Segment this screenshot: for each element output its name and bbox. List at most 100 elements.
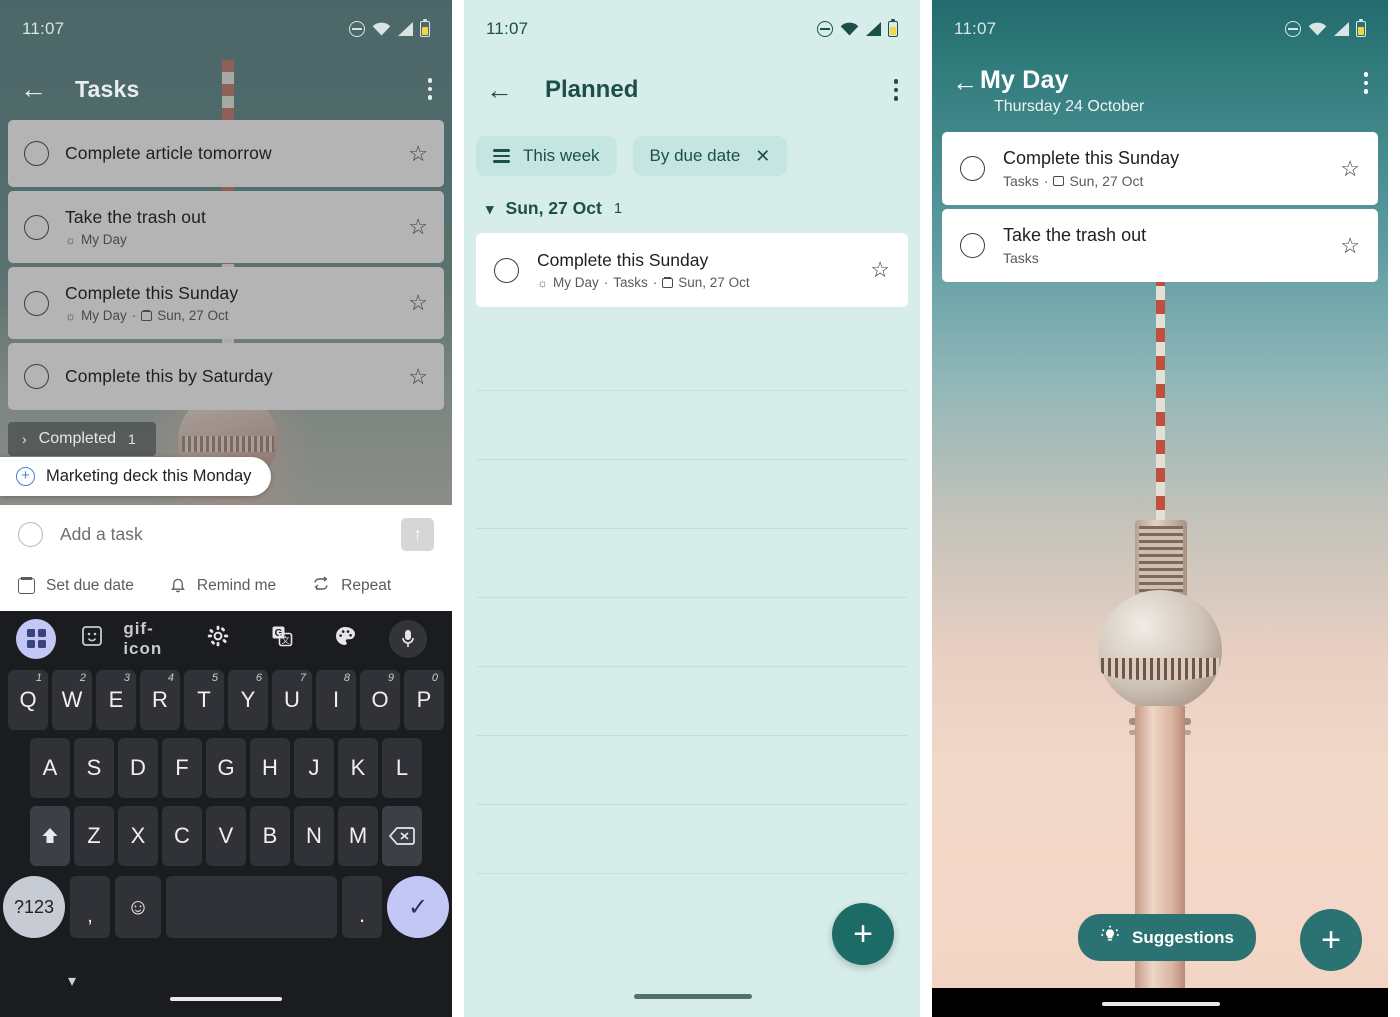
key-comma[interactable]: ,	[70, 876, 110, 938]
date-group-header[interactable]: ▾ Sun, 27 Oct 1	[464, 176, 920, 219]
space-key[interactable]	[166, 876, 337, 938]
keyboard-theme-button[interactable]	[313, 625, 376, 652]
shift-icon[interactable]	[30, 806, 70, 866]
keyboard-translate-button[interactable]: G文	[250, 625, 313, 652]
task-body: Complete this Sunday Tasks · Sun, 27 Oct	[1003, 148, 1322, 189]
task-body: Complete this Sunday ☼ My Day · Tasks · …	[537, 250, 852, 290]
checkbox-circle-icon[interactable]	[24, 141, 49, 166]
suggestions-button[interactable]: Suggestions	[1078, 914, 1257, 961]
keyboard-grid-button[interactable]	[12, 618, 60, 659]
star-outline-icon[interactable]: ☆	[408, 142, 428, 165]
key-z[interactable]: Z	[74, 806, 114, 866]
check-icon[interactable]: ✓	[387, 876, 449, 938]
add-task-fab[interactable]: +	[832, 903, 894, 965]
repeat-button[interactable]: Repeat	[312, 575, 391, 597]
keyboard-voice-button[interactable]	[377, 619, 440, 658]
add-task-row[interactable]: Add a task ↑	[18, 505, 434, 563]
back-icon[interactable]: ←	[20, 75, 47, 103]
star-outline-icon[interactable]: ☆	[408, 216, 428, 238]
page-title: Planned	[545, 76, 639, 103]
key-u[interactable]: 7U	[272, 670, 312, 730]
star-outline-icon[interactable]: ☆	[408, 292, 428, 314]
key-period[interactable]: .	[342, 876, 382, 938]
completed-section-header[interactable]: › Completed 1	[8, 422, 156, 456]
keyboard-sticker-button[interactable]	[60, 625, 123, 652]
task-row[interactable]: Complete this by Saturday ☆	[8, 343, 444, 410]
plus-circle-icon[interactable]: +	[16, 467, 35, 486]
plus-icon: +	[1321, 920, 1341, 959]
key-b[interactable]: B	[250, 806, 290, 866]
key-i[interactable]: 8I	[316, 670, 356, 730]
close-icon[interactable]: ✕	[755, 146, 770, 167]
key-p[interactable]: 0P	[404, 670, 444, 730]
star-outline-icon[interactable]: ☆	[870, 259, 890, 281]
checkbox-circle-icon[interactable]	[24, 290, 49, 316]
task-row[interactable]: Complete this Sunday ☼ My Day · Tasks · …	[476, 233, 908, 307]
key-number: 9	[387, 672, 394, 684]
more-vertical-icon[interactable]	[893, 79, 898, 101]
key-f[interactable]: F	[162, 738, 202, 798]
remind-me-button[interactable]: Remind me	[170, 577, 276, 595]
key-a[interactable]: A	[30, 738, 70, 798]
key-e[interactable]: 3E	[96, 670, 136, 730]
task-meta-list: Tasks	[1003, 173, 1039, 189]
star-outline-icon[interactable]: ☆	[408, 365, 428, 388]
back-icon[interactable]: ←	[952, 69, 978, 95]
key-k[interactable]: K	[338, 738, 378, 798]
svg-text:文: 文	[281, 635, 289, 645]
key-h[interactable]: H	[250, 738, 290, 798]
key-v[interactable]: V	[206, 806, 246, 866]
chip-by-due-date[interactable]: By due date ✕	[632, 136, 788, 176]
emoji-icon[interactable]: ☺	[115, 876, 161, 938]
key-s[interactable]: S	[74, 738, 114, 798]
add-task-input[interactable]: Add a task	[60, 524, 384, 545]
back-icon[interactable]: ←	[486, 76, 513, 104]
key-j[interactable]: J	[294, 738, 334, 798]
key-t[interactable]: 5T	[184, 670, 224, 730]
key-r[interactable]: 4R	[140, 670, 180, 730]
key-x[interactable]: X	[118, 806, 158, 866]
keyboard-row-2: A S D F G H J K L	[3, 738, 449, 798]
keyboard-gif-button[interactable]: gif-icon	[123, 619, 186, 659]
key-c[interactable]: C	[162, 806, 202, 866]
translate-icon: G文	[271, 625, 293, 652]
keyboard-settings-button[interactable]	[187, 625, 250, 652]
more-vertical-icon[interactable]	[1363, 72, 1368, 94]
more-vertical-icon[interactable]	[427, 78, 432, 100]
task-row[interactable]: Take the trash out Tasks ☆	[942, 209, 1378, 282]
lightbulb-icon	[1100, 925, 1120, 950]
key-g[interactable]: G	[206, 738, 246, 798]
key-o[interactable]: 9O	[360, 670, 400, 730]
key-q[interactable]: 1Q	[8, 670, 48, 730]
grid-icon	[16, 618, 56, 659]
backspace-icon[interactable]	[382, 806, 422, 866]
checkbox-circle-icon[interactable]	[24, 364, 49, 389]
task-body: Complete this Sunday ☼ My Day · Sun, 27 …	[65, 283, 392, 323]
key-m[interactable]: M	[338, 806, 378, 866]
star-outline-icon[interactable]: ☆	[1340, 234, 1360, 257]
task-row[interactable]: Take the trash out ☼ My Day ☆	[8, 191, 444, 263]
checkbox-circle-icon[interactable]	[960, 233, 985, 258]
key-y[interactable]: 6Y	[228, 670, 268, 730]
home-indicator[interactable]	[1102, 1002, 1220, 1006]
task-row[interactable]: Complete article tomorrow ☆	[8, 120, 444, 187]
chevron-down-icon[interactable]: ▾	[68, 971, 76, 991]
chip-this-week[interactable]: This week	[476, 136, 617, 176]
task-row[interactable]: Complete this Sunday Tasks · Sun, 27 Oct…	[942, 132, 1378, 205]
system-navigation-bar	[932, 988, 1388, 1017]
key-n[interactable]: N	[294, 806, 334, 866]
checkbox-circle-icon[interactable]	[960, 156, 985, 181]
set-due-date-button[interactable]: Set due date	[18, 577, 134, 595]
key-l[interactable]: L	[382, 738, 422, 798]
checkbox-circle-icon[interactable]	[494, 257, 519, 283]
star-outline-icon[interactable]: ☆	[1340, 157, 1360, 180]
checkbox-circle-icon[interactable]	[24, 214, 49, 240]
task-meta: ☼ My Day · Sun, 27 Oct	[65, 308, 392, 323]
task-suggestion-chip[interactable]: + Marketing deck this Monday	[0, 457, 272, 496]
symbols-key[interactable]: ?123	[3, 876, 65, 938]
send-button[interactable]: ↑	[401, 517, 434, 551]
add-task-fab[interactable]: +	[1300, 909, 1362, 971]
task-row[interactable]: Complete this Sunday ☼ My Day · Sun, 27 …	[8, 267, 444, 339]
key-w[interactable]: 2W	[52, 670, 92, 730]
key-d[interactable]: D	[118, 738, 158, 798]
